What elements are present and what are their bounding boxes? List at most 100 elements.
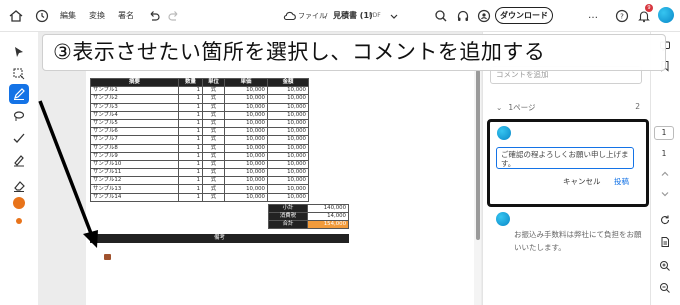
row-unit-price: 10,000	[224, 135, 268, 145]
instruction-caption: ③表示させたい箇所を選択し、コメントを追加する	[42, 34, 666, 71]
menu-convert[interactable]: 変換	[89, 0, 105, 32]
headphones-icon[interactable]	[455, 8, 471, 24]
row-quantity: 1	[178, 176, 203, 186]
row-unit: 式	[202, 176, 225, 186]
home-icon[interactable]	[8, 8, 24, 24]
row-amount: 10,000	[267, 176, 309, 186]
more-options-icon[interactable]: …	[588, 0, 598, 32]
cloud-icon	[282, 8, 298, 24]
table-row: サンプル14 1 式 10,000 10,000	[90, 192, 309, 202]
table-row: サンプル5 1 式 10,000 10,000	[90, 118, 309, 129]
download-button[interactable]: ダウンロード	[495, 7, 553, 24]
menu-edit[interactable]: 編集	[60, 0, 76, 32]
color-swatch-primary[interactable]	[13, 197, 25, 209]
row-description: サンプル14	[90, 192, 179, 202]
row-amount: 10,000	[267, 110, 309, 120]
row-unit: 式	[202, 86, 225, 96]
chevron-up-icon[interactable]	[657, 166, 673, 182]
row-quantity: 1	[178, 159, 203, 170]
redo-icon[interactable]	[166, 8, 182, 24]
table-row: サンプル12 1 式 10,000 10,000	[90, 176, 309, 186]
comment-draft-input[interactable]: ご確認の程よろしくお願い申し上げます。	[496, 147, 634, 169]
row-unit-price: 10,000	[224, 192, 268, 202]
row-unit-price: 10,000	[224, 143, 268, 153]
tax-value: 14,000	[307, 212, 349, 221]
row-amount: 10,000	[267, 127, 309, 137]
row-description: サンプル8	[90, 143, 179, 153]
table-row: サンプル9 1 式 10,000 10,000	[90, 151, 309, 161]
document-icon[interactable]	[657, 234, 673, 250]
row-quantity: 1	[178, 118, 203, 129]
row-amount: 10,000	[267, 168, 309, 178]
row-description: サンプル2	[90, 94, 179, 104]
row-unit: 式	[202, 102, 225, 112]
select-area-icon[interactable]	[9, 64, 29, 84]
table-row: サンプル7 1 式 10,000 10,000	[90, 135, 309, 145]
cancel-button[interactable]: キャンセル	[563, 176, 601, 187]
lasso-icon[interactable]	[9, 106, 29, 126]
row-unit-price: 10,000	[224, 184, 268, 194]
row-unit-price: 10,000	[224, 127, 268, 137]
chevron-down-icon[interactable]	[657, 186, 673, 202]
row-description: サンプル4	[90, 110, 179, 120]
row-description: サンプル13	[90, 184, 179, 194]
row-amount: 10,000	[267, 102, 309, 112]
row-amount: 10,000	[267, 94, 309, 104]
zoom-in-icon[interactable]	[657, 258, 673, 274]
header-quantity: 数量	[178, 77, 203, 88]
page-total: 1	[661, 149, 667, 158]
row-amount: 10,000	[267, 86, 309, 96]
row-unit-price: 10,000	[224, 168, 268, 178]
existing-comment-text[interactable]: お振込み手数料は弊社にて負担をお願いいたします。	[514, 228, 642, 254]
undo-icon[interactable]	[146, 8, 162, 24]
row-unit: 式	[202, 143, 225, 153]
row-description: サンプル11	[90, 168, 179, 178]
help-icon[interactable]: ?	[614, 8, 630, 24]
breadcrumb-folder[interactable]: ファイル	[298, 0, 326, 32]
commenter-avatar-2	[496, 212, 510, 226]
row-unit-price: 10,000	[224, 102, 268, 112]
table-header-row: 摘要 数量 単位 単価 金額	[90, 77, 309, 88]
recent-icon[interactable]	[34, 8, 50, 24]
page-number-input[interactable]: 1	[654, 126, 674, 140]
row-amount: 10,000	[267, 151, 309, 161]
share-user-icon[interactable]	[476, 8, 492, 24]
canvas-scroll-thumb[interactable]	[476, 70, 480, 240]
table-row: サンプル11 1 式 10,000 10,000	[90, 168, 309, 178]
subtotal-row: 小計 140,000	[268, 204, 349, 213]
row-unit-price: 10,000	[224, 151, 268, 161]
post-button[interactable]: 投稿	[614, 176, 629, 187]
row-quantity: 1	[178, 192, 203, 202]
chevron-down-icon[interactable]: ⌄	[496, 103, 506, 112]
user-avatar[interactable]	[658, 7, 674, 23]
refresh-icon[interactable]	[657, 212, 673, 228]
page-group-label: 1ページ	[508, 103, 536, 112]
row-description: サンプル9	[90, 151, 179, 161]
check-pen-icon[interactable]	[9, 128, 29, 148]
menu-sign[interactable]: 署名	[118, 0, 134, 32]
color-swatch-size[interactable]	[16, 218, 22, 224]
eraser-icon[interactable]	[9, 176, 29, 196]
commenter-avatar	[497, 126, 511, 140]
table-row: サンプル8 1 式 10,000 10,000	[90, 143, 309, 153]
select-cursor-icon[interactable]	[9, 42, 29, 62]
comment-note-icon[interactable]	[104, 254, 111, 260]
file-name[interactable]: 見積書 (1)	[333, 0, 373, 32]
fill-sign-icon[interactable]	[9, 150, 29, 170]
notification-badge: 9	[645, 4, 653, 12]
zoom-out-icon[interactable]	[657, 280, 673, 296]
row-unit-price: 10,000	[224, 118, 268, 129]
table-row: サンプル6 1 式 10,000 10,000	[90, 127, 309, 137]
comment-pen-icon[interactable]	[9, 84, 29, 104]
row-description: サンプル3	[90, 102, 179, 112]
row-quantity: 1	[178, 102, 203, 112]
row-quantity: 1	[178, 110, 203, 120]
search-icon[interactable]	[433, 8, 449, 24]
row-description: サンプル7	[90, 135, 179, 145]
row-description: サンプル12	[90, 176, 179, 186]
chevron-down-icon[interactable]	[386, 8, 402, 24]
header-unit: 単位	[202, 77, 225, 88]
table-row: サンプル4 1 式 10,000 10,000	[90, 110, 309, 120]
comments-page-group[interactable]: ⌄ 1ページ 2	[496, 102, 642, 114]
row-quantity: 1	[178, 151, 203, 161]
